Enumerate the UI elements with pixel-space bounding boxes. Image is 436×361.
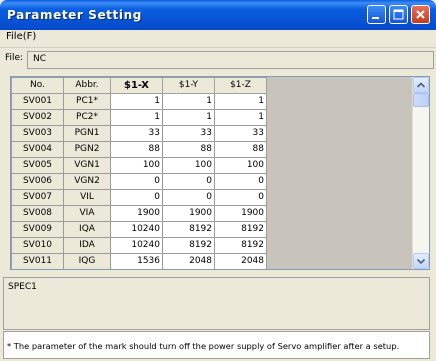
value-cell[interactable]: 0 [214, 173, 267, 190]
parameter-grid[interactable]: No. Abbr. $1-X $1-Y $1-Z SV001 PC1* 1 1 1 SV… [10, 76, 430, 270]
table-row[interactable]: SV003 PGN1 33 33 33 [11, 125, 267, 142]
value-cell[interactable]: 0 [214, 189, 267, 206]
value-cell[interactable]: 33 [214, 125, 267, 142]
close-icon [416, 10, 425, 19]
maximize-icon [393, 9, 404, 20]
chevron-up-icon [416, 82, 426, 88]
value-cell[interactable]: 10240 [110, 237, 163, 254]
param-abbr: PGN2 [63, 141, 111, 158]
minimize-icon [372, 17, 379, 19]
param-no[interactable]: SV001 [11, 93, 64, 110]
value-cell[interactable]: 2048 [162, 253, 215, 269]
scroll-up-button[interactable] [413, 77, 429, 93]
param-no[interactable]: SV009 [11, 221, 64, 238]
chevron-down-icon [416, 258, 426, 265]
table-row[interactable]: SV008 VIA 1900 1900 1900 [11, 205, 267, 222]
param-abbr: PGN1 [63, 125, 111, 142]
value-cell[interactable]: 1900 [162, 205, 215, 222]
value-cell[interactable]: 88 [162, 141, 215, 158]
param-abbr: IDA [63, 237, 111, 254]
table-row[interactable]: SV004 PGN2 88 88 88 [11, 141, 267, 158]
param-no[interactable]: SV006 [11, 173, 64, 190]
col-header-axis-y[interactable]: $1-Y [162, 77, 215, 94]
param-no[interactable]: SV008 [11, 205, 64, 222]
param-abbr: VIL [63, 189, 111, 206]
table-row[interactable]: SV009 IQA 10240 8192 8192 [11, 221, 267, 238]
param-abbr: PC2* [63, 109, 111, 126]
vertical-scrollbar[interactable] [412, 77, 429, 269]
value-cell[interactable]: 88 [214, 141, 267, 158]
value-cell[interactable]: 0 [110, 189, 163, 206]
close-button[interactable] [411, 5, 430, 24]
note-text: * The parameter of the mark should turn … [7, 341, 400, 351]
value-cell[interactable]: 100 [162, 157, 215, 174]
value-cell[interactable]: 1 [214, 109, 267, 126]
value-cell[interactable]: 0 [110, 173, 163, 190]
scroll-down-button[interactable] [413, 253, 429, 269]
param-no[interactable]: SV011 [11, 253, 64, 269]
value-cell[interactable]: 1 [162, 109, 215, 126]
value-cell[interactable]: 8192 [214, 221, 267, 238]
table-row[interactable]: SV002 PC2* 1 1 1 [11, 109, 267, 126]
value-cell[interactable]: 2048 [214, 253, 267, 269]
param-no[interactable]: SV010 [11, 237, 64, 254]
param-no[interactable]: SV003 [11, 125, 64, 142]
table-row[interactable]: SV005 VGN1 100 100 100 [11, 157, 267, 174]
param-abbr: VGN1 [63, 157, 111, 174]
value-cell[interactable]: 10240 [110, 221, 163, 238]
value-cell[interactable]: 100 [214, 157, 267, 174]
menu-file[interactable]: File(F) [6, 31, 36, 42]
value-cell[interactable]: 33 [110, 125, 163, 142]
value-cell[interactable]: 1536 [110, 253, 163, 269]
param-abbr: VGN2 [63, 173, 111, 190]
col-header-axis-x[interactable]: $1-X [110, 77, 163, 94]
param-abbr: IQA [63, 221, 111, 238]
value-cell[interactable]: 8192 [162, 221, 215, 238]
value-cell[interactable]: 0 [162, 189, 215, 206]
scroll-thumb[interactable] [413, 93, 429, 107]
header-row: No. Abbr. $1-X $1-Y $1-Z [11, 77, 267, 94]
file-label: File: [5, 53, 24, 63]
value-cell[interactable]: 8192 [214, 237, 267, 254]
table-row[interactable]: SV010 IDA 10240 8192 8192 [11, 237, 267, 254]
menu-bar: File(F) [0, 30, 436, 46]
value-cell[interactable]: 1900 [110, 205, 163, 222]
note-panel: * The parameter of the mark should turn … [3, 331, 430, 359]
spec-text: SPEC1 [8, 282, 37, 292]
value-cell[interactable]: 1900 [214, 205, 267, 222]
param-abbr: VIA [63, 205, 111, 222]
value-cell[interactable]: 1 [214, 93, 267, 110]
param-no[interactable]: SV004 [11, 141, 64, 158]
table-row[interactable]: SV001 PC1* 1 1 1 [11, 93, 267, 110]
title-bar[interactable]: Parameter Setting [0, 0, 436, 30]
value-cell[interactable]: 1 [110, 93, 163, 110]
param-abbr: IQG [63, 253, 111, 269]
menu-divider [0, 47, 436, 48]
table-row[interactable]: SV007 VIL 0 0 0 [11, 189, 267, 206]
value-cell[interactable]: 1 [162, 93, 215, 110]
col-header-axis-z[interactable]: $1-Z [214, 77, 267, 94]
value-cell[interactable]: 8192 [162, 237, 215, 254]
file-value: NC [33, 54, 47, 64]
value-cell[interactable]: 100 [110, 157, 163, 174]
value-cell[interactable]: 33 [162, 125, 215, 142]
param-abbr: PC1* [63, 93, 111, 110]
col-header-abbr[interactable]: Abbr. [63, 77, 111, 94]
value-cell[interactable]: 0 [162, 173, 215, 190]
maximize-button[interactable] [389, 5, 408, 24]
file-field: NC [27, 51, 434, 69]
table-row[interactable]: SV011 IQG 1536 2048 2048 [11, 253, 267, 269]
spec-panel: SPEC1 [3, 277, 430, 330]
parameter-table: No. Abbr. $1-X $1-Y $1-Z SV001 PC1* 1 1 1 SV… [11, 77, 267, 269]
window-title: Parameter Setting [7, 8, 142, 22]
param-no[interactable]: SV007 [11, 189, 64, 206]
value-cell[interactable]: 88 [110, 141, 163, 158]
param-no[interactable]: SV002 [11, 109, 64, 126]
col-header-no[interactable]: No. [11, 77, 64, 94]
param-no[interactable]: SV005 [11, 157, 64, 174]
value-cell[interactable]: 1 [110, 109, 163, 126]
table-row[interactable]: SV006 VGN2 0 0 0 [11, 173, 267, 190]
minimize-button[interactable] [367, 5, 386, 24]
